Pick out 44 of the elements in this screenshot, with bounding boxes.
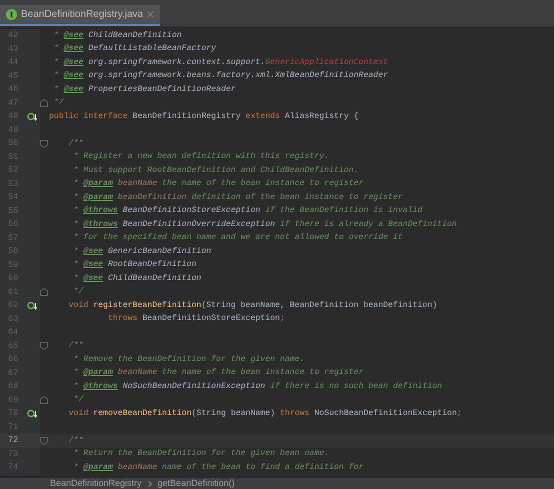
code-line: throws BeanDefinitionStoreException; [106,315,285,324]
code-line: * @throws BeanDefinitionStoreException if the BeanDefinition is invalid [72,207,422,216]
fold-icon[interactable] [40,140,48,148]
code-line: * @see org.springframework.beans.factory.xml.XmlBeanDefinitionReader [52,72,388,80]
code-line: * @see GenericBeanDefinition [72,248,212,256]
code-line: * @param beanDefinition definition of the bean instance to register [72,194,403,202]
code-line: */ [72,396,84,404]
close-icon[interactable] [147,11,154,18]
fold-icon[interactable] [40,436,48,445]
fold-icon[interactable] [40,288,48,296]
code-line: * @see ChildBeanDefinition [72,274,202,283]
code-line: void registerBeanDefinition(String beanName, BeanDefinition beanDefinition) [68,302,438,310]
line-number: 72 [8,434,20,448]
code-line: * Must support RootBeanDefinition and ChildBeanDefinition. [72,166,359,175]
code-line: * @see PropertiesBeanDefinitionReader [52,86,236,94]
code-line: * @param beanName the name of the bean instance to register [72,369,364,378]
code-line: * @see RootBeanDefinition [72,261,196,270]
code-line: * @see ChildBeanDefinition [52,32,182,40]
code-line: */ [72,288,84,296]
breadcrumb-item[interactable]: getBeanDefinition() [158,476,235,489]
code-line: void removeBeanDefinition(String beanName) throws NoSuchBeanDefinitionException; [68,410,462,418]
code-line: */ [52,99,64,108]
code-line: /** [68,140,84,148]
code-line: * @see org.springframework.context.support.GenericApplicationContext [52,58,388,67]
code-line: * Remove the BeanDefinition for the given name. [72,356,304,364]
code-line: * @throws BeanDefinitionOverrideException if there is already a BeanDefinition [72,220,457,229]
code-line: * Register a new bean definition with this registry. [72,153,330,162]
code-line: * for the specified bean name and we are not allowed to override it [72,234,403,242]
code-line: /** [68,342,84,350]
code-line: * @param beanName name of the bean to find a definition for [72,464,364,472]
code-line: * @see DefaultListableBeanFactory [52,45,216,54]
fold-icon[interactable] [40,342,48,350]
chevron-icon [148,480,152,486]
code-line: * @param beanName the name of the bean instance to register [72,180,364,188]
breadcrumb-item[interactable]: BeanDefinitionRegistry [50,476,142,489]
interface-file-icon [6,9,17,20]
code-line: /** [68,436,84,445]
fold-icon[interactable] [40,396,48,404]
fold-icon[interactable] [40,99,48,108]
code-line: * Return the BeanDefinition for the given bean name. [72,450,330,458]
file-tab[interactable]: BeanDefinitionRegistry.java [0,5,160,26]
code-line: public interface BeanDefinitionRegistry extends AliasRegistry { [48,112,359,121]
code-line: * @throws NoSuchBeanDefinitionException if there is no such bean definition [72,382,442,391]
tab-title: BeanDefinitionRegistry.java [21,8,144,22]
